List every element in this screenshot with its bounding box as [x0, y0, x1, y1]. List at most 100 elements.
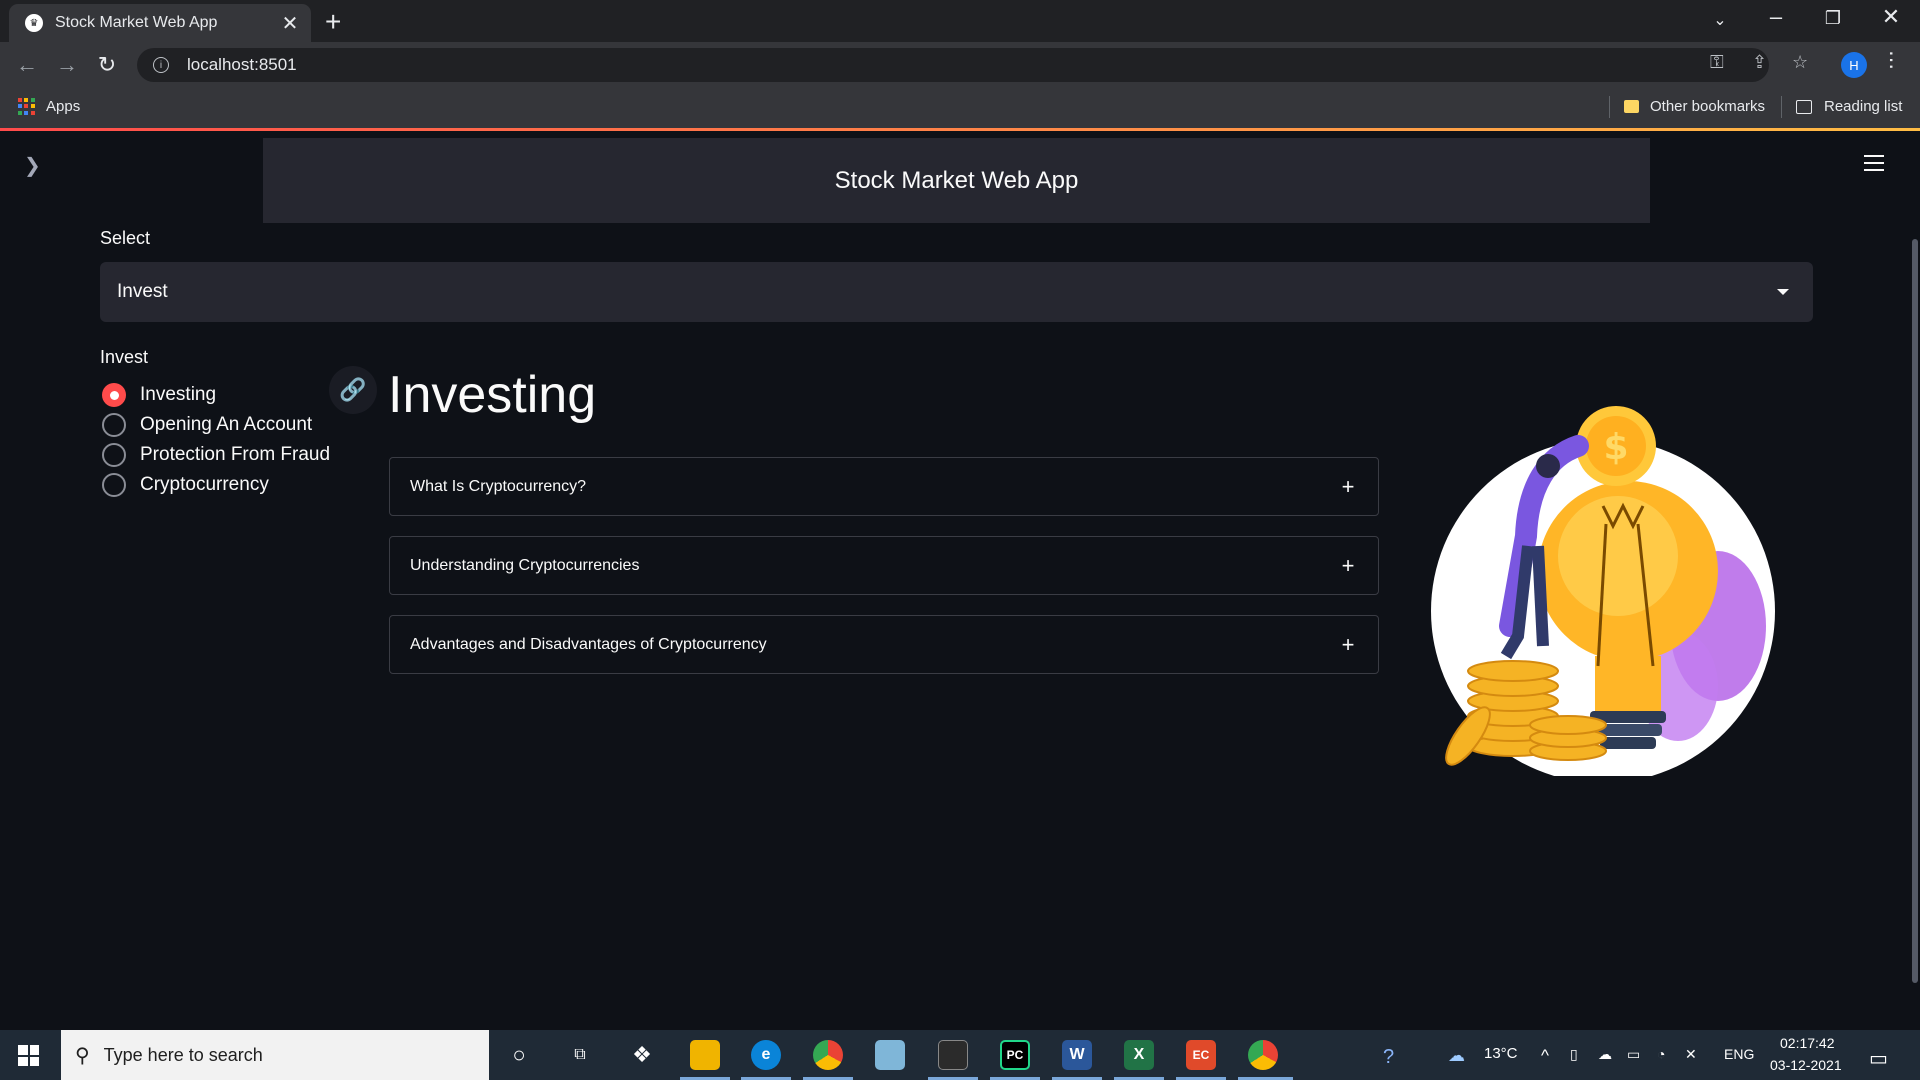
select-value: Invest	[117, 281, 168, 302]
radio-label: Investing	[140, 384, 217, 405]
bookmarks-bar: Apps Other bookmarks Reading list	[0, 88, 1920, 128]
app-main: ❯ Stock Market Web App Select Invest Inv…	[0, 131, 1920, 1030]
terminal-icon[interactable]	[938, 1040, 968, 1070]
expand-plus-icon: +	[1341, 631, 1355, 657]
radio-group-label: Invest	[100, 347, 149, 367]
window-close-icon[interactable]: ✕	[1871, 4, 1911, 30]
share-icon[interactable]: ⇪	[1752, 52, 1767, 73]
search-icon: ⚲	[75, 1044, 90, 1067]
cortana-icon[interactable]: ○	[504, 1040, 534, 1070]
password-key-icon[interactable]: ⚿	[1710, 52, 1724, 73]
dropdown-caret-icon	[1777, 289, 1789, 295]
app-header: Stock Market Web App	[263, 138, 1650, 223]
other-bookmarks[interactable]: Other bookmarks	[1624, 98, 1765, 115]
address-bar[interactable]: i localhost:8501	[137, 48, 1769, 82]
tab-title: Stock Market Web App	[55, 14, 218, 31]
reading-list[interactable]: Reading list	[1796, 98, 1902, 115]
language-indicator[interactable]: ENG	[1724, 1046, 1754, 1062]
minimize-icon[interactable]: –	[1756, 4, 1796, 30]
radio-cryptocurrency[interactable]: Cryptocurrency	[102, 473, 269, 497]
tab-close-icon[interactable]: ✕	[279, 11, 301, 36]
app-icon[interactable]: EC	[1186, 1040, 1216, 1070]
folder-icon	[1624, 100, 1639, 113]
windows-start-icon[interactable]	[18, 1045, 39, 1066]
excel-icon[interactable]: X	[1124, 1040, 1154, 1070]
browser-toolbar: ← → ↻ i localhost:8501 ⚿ ⇪ ☆	[0, 42, 1920, 88]
radio-unselected-icon	[102, 443, 126, 467]
browser-tab[interactable]: ♛ Stock Market Web App ✕	[9, 4, 311, 42]
investment-illustration: $	[1431, 406, 1775, 776]
bookmark-star-icon[interactable]: ☆	[1792, 52, 1808, 73]
radio-unselected-icon	[102, 413, 126, 437]
expander-title: Advantages and Disadvantages of Cryptocu…	[410, 635, 767, 653]
apps-label: Apps	[46, 98, 81, 115]
bookmark-separator	[1781, 96, 1782, 118]
streamlit-favicon-icon: ♛	[25, 14, 43, 32]
url-text: localhost:8501	[187, 55, 297, 74]
scrollbar[interactable]	[1912, 239, 1918, 983]
weather-temp[interactable]: 13°C	[1484, 1045, 1518, 1062]
clock-time[interactable]: 02:17:42	[1780, 1035, 1835, 1051]
expander-advantages-disadvantages[interactable]: Advantages and Disadvantages of Cryptocu…	[389, 615, 1379, 674]
restore-icon[interactable]: ❐	[1813, 8, 1853, 29]
radio-label: Cryptocurrency	[140, 474, 269, 495]
word-icon[interactable]: W	[1062, 1040, 1092, 1070]
expander-what-is-cryptocurrency[interactable]: What Is Cryptocurrency? +	[389, 457, 1379, 516]
onedrive-icon[interactable]: ☁	[1598, 1046, 1612, 1063]
apps-bookmark[interactable]: Apps	[18, 98, 80, 115]
weather-icon[interactable]: ☁	[1448, 1046, 1465, 1066]
expand-plus-icon: +	[1341, 552, 1355, 578]
battery-icon[interactable]: ▭	[1627, 1046, 1640, 1063]
radio-label: Protection From Fraud	[140, 444, 331, 465]
select-label: Select	[100, 228, 151, 248]
search-placeholder: Type here to search	[103, 1044, 263, 1065]
chrome-profile-icon[interactable]	[1248, 1040, 1278, 1070]
tab-search-chevron-icon[interactable]: ⌄	[1700, 10, 1740, 30]
forward-icon[interactable]: →	[52, 50, 82, 80]
radio-selected-icon	[102, 383, 126, 407]
file-explorer-icon[interactable]	[690, 1040, 720, 1070]
svg-text:$: $	[1603, 427, 1628, 468]
app-title: Stock Market Web App	[834, 166, 1079, 194]
bookmark-separator	[1609, 96, 1610, 118]
expand-plus-icon: +	[1341, 473, 1355, 499]
volume-mute-icon[interactable]: ✕	[1685, 1046, 1697, 1063]
app-menu-icon[interactable]	[1864, 155, 1884, 171]
expander-title: What Is Cryptocurrency?	[410, 477, 587, 495]
browser-menu-icon[interactable]: ⋯	[1880, 50, 1902, 70]
radio-opening-an-account[interactable]: Opening An Account	[102, 413, 312, 437]
reading-list-label: Reading list	[1824, 98, 1903, 115]
reload-icon[interactable]: ↻	[92, 50, 122, 80]
pycharm-icon[interactable]: PC	[1000, 1040, 1030, 1070]
notes-icon[interactable]	[875, 1040, 905, 1070]
chrome-icon[interactable]	[813, 1040, 843, 1070]
apps-grid-icon	[18, 98, 35, 115]
tray-device-icon[interactable]: ▯	[1570, 1046, 1578, 1063]
radio-unselected-icon	[102, 473, 126, 497]
radio-protection-from-fraud[interactable]: Protection From Fraud	[102, 443, 330, 467]
page-selectbox[interactable]: Invest	[100, 262, 1813, 322]
taskbar-search[interactable]: ⚲ Type here to search	[61, 1030, 489, 1080]
browser-tab-bar: ♛ Stock Market Web App ✕ + ⌄ – ❐ ✕	[0, 0, 1920, 42]
sidebar-expand-icon[interactable]: ❯	[24, 153, 41, 178]
show-hidden-icons-icon[interactable]: ^	[1541, 1046, 1549, 1066]
edge-icon[interactable]: e	[751, 1040, 781, 1070]
expander-understanding-cryptocurrencies[interactable]: Understanding Cryptocurrencies +	[389, 536, 1379, 595]
task-view-icon[interactable]: ⧉	[565, 1040, 595, 1070]
expander-title: Understanding Cryptocurrencies	[410, 556, 640, 574]
back-icon[interactable]: ←	[12, 50, 42, 80]
dropbox-icon[interactable]: ❖	[627, 1040, 657, 1070]
radio-investing[interactable]: Investing	[102, 383, 216, 407]
notifications-icon[interactable]: ▭	[1869, 1046, 1888, 1071]
new-tab-icon[interactable]: +	[325, 6, 341, 38]
clock-date[interactable]: 03-12-2021	[1770, 1057, 1842, 1073]
profile-avatar[interactable]: H	[1841, 52, 1867, 78]
reading-list-icon	[1796, 99, 1812, 114]
site-info-icon[interactable]: i	[153, 57, 169, 73]
radio-label: Opening An Account	[140, 414, 313, 435]
help-icon[interactable]: ?	[1383, 1046, 1394, 1069]
heading-link-icon[interactable]: 🔗	[329, 366, 377, 414]
page-heading: Investing	[388, 366, 597, 424]
wifi-icon[interactable]: ◔	[1657, 1046, 1665, 1062]
other-bookmarks-label: Other bookmarks	[1650, 98, 1766, 115]
